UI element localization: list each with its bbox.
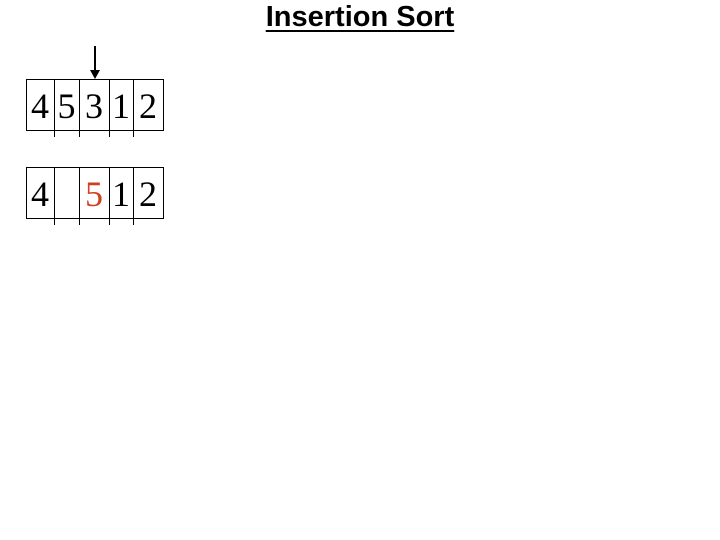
array-row-step: 4512 [26, 167, 164, 225]
cell-divider [109, 168, 110, 225]
cell-divider [54, 80, 55, 137]
cell-divider [109, 80, 110, 137]
cell-divider [133, 168, 134, 225]
arrow-down-icon [90, 70, 100, 79]
array-cell: 1 [112, 86, 130, 126]
arrow-shaft [94, 46, 96, 72]
cell-divider [54, 168, 55, 225]
cell-divider [79, 80, 80, 137]
slide-title: Insertion Sort [265, 1, 455, 33]
array-cell: 2 [139, 174, 157, 214]
array-cell: 4 [31, 86, 49, 126]
cell-divider [133, 80, 134, 137]
array-cell: 5 [85, 174, 103, 214]
array-cell: 4 [31, 174, 49, 214]
array-row-original: 45312 [26, 79, 164, 137]
array-cell: 5 [57, 86, 76, 126]
array-cell: 1 [112, 174, 130, 214]
array-cell: 2 [139, 86, 157, 126]
array-cell: 3 [85, 86, 103, 126]
array-cell [54, 168, 79, 218]
cell-divider [79, 168, 80, 225]
